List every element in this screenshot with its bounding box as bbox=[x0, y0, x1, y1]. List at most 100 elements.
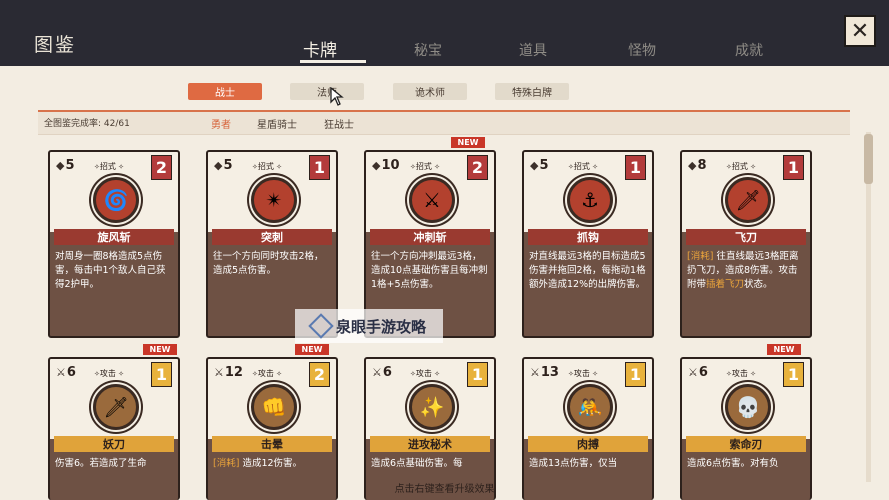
filter-berserker[interactable]: 狂战士 bbox=[324, 116, 354, 131]
card-type: 攻击 bbox=[252, 368, 282, 379]
stun-icon: 👊 bbox=[251, 384, 297, 430]
sword-cost-icon: ⚔ bbox=[372, 366, 382, 379]
card-description: 造成13点伤害，仅当 bbox=[529, 458, 618, 469]
card-description: 往一个方向冲刺最远3格，造成10点基础伤害且每冲刺1格+5点伤害。 bbox=[371, 251, 488, 290]
active-tab-indicator bbox=[300, 60, 366, 63]
new-badge: NEW bbox=[767, 344, 801, 355]
card-description: 对周身一圈8格造成5点伤害，每击中1个敌人自己获得2护甲。 bbox=[55, 251, 166, 290]
class-tab-warrior[interactable]: 战士 bbox=[188, 83, 262, 100]
card-level-badge: 1 bbox=[625, 362, 646, 387]
class-tab-special[interactable]: 特殊白牌 bbox=[495, 83, 569, 100]
sword-cost-icon: ⚔ bbox=[214, 366, 224, 379]
card-description: 对直线最远3格的目标造成5伤害并拖回2格，每拖动1格额外造成12%的出牌伤害。 bbox=[529, 251, 646, 290]
card-cost: ◆ 8 bbox=[688, 158, 707, 173]
completion-rate: 全图鉴完成率: 42/61 bbox=[44, 119, 130, 129]
card-level-badge: 2 bbox=[309, 362, 330, 387]
energy-icon: ◆ bbox=[530, 159, 539, 172]
card-description: [消耗] 造成12伤害。 bbox=[213, 458, 303, 469]
card-melee[interactable]: ⚔13 攻击 1 🤼 肉搏 造成13点伤害，仅当 bbox=[522, 357, 654, 500]
new-badge: NEW bbox=[143, 344, 177, 355]
card-cost: ⚔ 6 bbox=[688, 365, 708, 380]
card-type: 招式 bbox=[252, 161, 282, 172]
whirlwind-slash-icon: 🌀 bbox=[93, 177, 139, 223]
status-bar: 全图鉴完成率: 42/61 勇者 星盾骑士 狂战士 bbox=[38, 110, 850, 135]
card-type: 攻击 bbox=[410, 368, 440, 379]
card-cost: ⚔ 13 bbox=[530, 365, 559, 380]
energy-icon: ◆ bbox=[214, 159, 223, 172]
card-name: 突刺 bbox=[212, 229, 332, 245]
offensive-arcana-icon: ✨ bbox=[409, 384, 455, 430]
card-description: 往一个方向同时攻击2格，造成5点伤害。 bbox=[213, 251, 324, 276]
new-badge: NEW bbox=[451, 137, 485, 148]
grappling-hook-icon: ⚓ bbox=[567, 177, 613, 223]
card-deadly-blade[interactable]: ⚔6 攻击 1 💀 索命刃 造成6点伤害。对有负 bbox=[680, 357, 812, 500]
card-cost: ◆ 5 bbox=[530, 158, 549, 173]
card-level-badge: 1 bbox=[467, 362, 488, 387]
mouse-cursor-icon bbox=[330, 87, 344, 106]
card-type: 招式 bbox=[726, 161, 756, 172]
close-button[interactable]: ✕ bbox=[844, 15, 876, 47]
card-grappling-hook[interactable]: ◆5 招式 1 ⚓ 抓钩 对直线最远3格的目标造成5伤害并拖回2格，每拖动1格额… bbox=[522, 150, 654, 338]
card-level-badge: 1 bbox=[309, 155, 330, 180]
card-name: 抓钩 bbox=[528, 229, 648, 245]
scrollbar-thumb[interactable] bbox=[864, 134, 873, 184]
energy-icon: ◆ bbox=[372, 159, 381, 172]
card-type: 招式 bbox=[410, 161, 440, 172]
card-cost: ⚔ 6 bbox=[372, 365, 392, 380]
card-whirlwind-slash[interactable]: ◆5 招式 2 🌀 旋风斩 对周身一圈8格造成5点伤害，每击中1个敌人自己获得2… bbox=[48, 150, 180, 338]
card-flying-knife[interactable]: ◆8 招式 1 🗡 飞刀 [消耗] 往直线最远3格距离扔飞刀，造成8伤害。攻击附… bbox=[680, 150, 812, 338]
new-badge: NEW bbox=[295, 344, 329, 355]
card-type: 招式 bbox=[568, 161, 598, 172]
page-title: 图鉴 bbox=[34, 34, 77, 56]
tab-items[interactable]: 道具 bbox=[519, 40, 547, 60]
sword-cost-icon: ⚔ bbox=[56, 366, 66, 379]
card-level-badge: 2 bbox=[467, 155, 488, 180]
card-description: [消耗] 往直线最远3格距离扔飞刀，造成8伤害。攻击附带插着飞刀状态。 bbox=[687, 251, 799, 290]
tab-monsters[interactable]: 怪物 bbox=[628, 40, 656, 60]
card-offensive-arcana[interactable]: ⚔6 攻击 1 ✨ 进攻秘术 造成6点基础伤害。每 bbox=[364, 357, 496, 500]
filter-star-shield-knight[interactable]: 星盾骑士 bbox=[257, 116, 297, 131]
card-description: 造成6点伤害。对有负 bbox=[687, 458, 779, 469]
card-cost: ◆ 5 bbox=[214, 158, 233, 173]
card-description: 伤害6。若造成了生命 bbox=[55, 458, 147, 469]
card-level-badge: 2 bbox=[151, 155, 172, 180]
class-tab-trickster[interactable]: 诡术师 bbox=[393, 83, 467, 100]
dash-slash-icon: ⚔ bbox=[409, 177, 455, 223]
card-name: 索命刃 bbox=[686, 436, 806, 452]
card-demon-blade[interactable]: ⚔6 攻击 1 🗡 妖刀 伤害6。若造成了生命 bbox=[48, 357, 180, 500]
card-name: 进攻秘术 bbox=[370, 436, 490, 452]
card-cost: ◆ 10 bbox=[372, 158, 400, 173]
tab-achievements[interactable]: 成就 bbox=[735, 40, 763, 60]
class-tab-mage[interactable]: 法师 bbox=[290, 83, 364, 100]
tab-cards[interactable]: 卡牌 bbox=[303, 36, 337, 61]
sword-cost-icon: ⚔ bbox=[688, 366, 698, 379]
card-type: 攻击 bbox=[726, 368, 756, 379]
card-level-badge: 1 bbox=[783, 155, 804, 180]
card-name: 旋风斩 bbox=[54, 229, 174, 245]
card-name: 击晕 bbox=[212, 436, 332, 452]
watermark-logo-icon bbox=[308, 313, 334, 339]
melee-icon: 🤼 bbox=[567, 384, 613, 430]
card-name: 冲刺斩 bbox=[370, 229, 490, 245]
card-description: 造成6点基础伤害。每 bbox=[371, 458, 463, 469]
card-cost: ⚔ 12 bbox=[214, 365, 243, 380]
card-stun[interactable]: ⚔12 攻击 2 👊 击晕 [消耗] 造成12伤害。 bbox=[206, 357, 338, 500]
footer-hint: 点击右键查看升级效果 bbox=[394, 484, 495, 495]
thrust-icon: ✴ bbox=[251, 177, 297, 223]
card-level-badge: 1 bbox=[783, 362, 804, 387]
scrollbar-track[interactable] bbox=[866, 132, 871, 482]
demon-blade-icon: 🗡 bbox=[93, 384, 139, 430]
energy-icon: ◆ bbox=[688, 159, 697, 172]
card-level-badge: 1 bbox=[625, 155, 646, 180]
card-name: 妖刀 bbox=[54, 436, 174, 452]
tab-treasures[interactable]: 秘宝 bbox=[414, 40, 442, 60]
close-icon: ✕ bbox=[850, 18, 870, 44]
card-cost: ⚔ 6 bbox=[56, 365, 76, 380]
card-name: 飞刀 bbox=[686, 229, 806, 245]
card-type: 攻击 bbox=[94, 368, 124, 379]
watermark: 泉眼手游攻略 bbox=[295, 309, 443, 343]
flying-knife-icon: 🗡 bbox=[725, 177, 771, 223]
sword-cost-icon: ⚔ bbox=[530, 366, 540, 379]
filter-hero[interactable]: 勇者 bbox=[211, 116, 231, 131]
card-cost: ◆ 5 bbox=[56, 158, 75, 173]
